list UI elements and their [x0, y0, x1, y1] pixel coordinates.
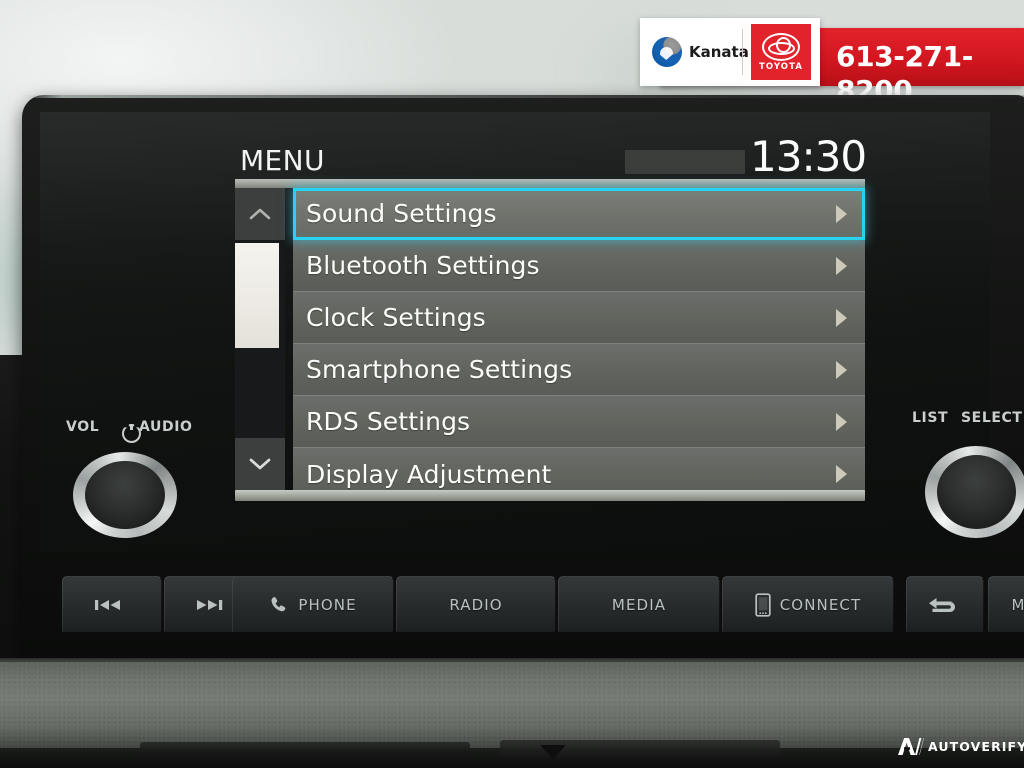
radio-button[interactable]: RADIO — [396, 576, 556, 632]
menu-item-label: Display Adjustment — [306, 459, 552, 489]
dealer-logo-card: Kanata TOYOTA — [640, 18, 820, 86]
media-label: MEDIA — [611, 595, 667, 614]
list-bottom-bar — [235, 490, 865, 501]
back-button[interactable] — [906, 576, 984, 632]
list-top-bar — [235, 179, 865, 188]
chevron-right-icon — [836, 465, 847, 483]
chevron-right-icon — [836, 204, 847, 223]
menu-item-clock-settings[interactable]: Clock Settings — [293, 292, 865, 344]
scroll-up-button[interactable] — [235, 188, 285, 240]
menu-item-label: Clock Settings — [306, 303, 486, 332]
vol-label: VOL — [66, 419, 100, 435]
radio-label: RADIO — [449, 595, 503, 614]
media-button[interactable]: MEDIA — [558, 576, 720, 632]
hardkey-button-row: PHONE RADIO MEDIA CONNECT M — [40, 576, 1024, 634]
chevron-right-icon — [836, 256, 847, 275]
skip-back-icon — [93, 597, 123, 613]
status-indicator-placeholder — [625, 150, 745, 174]
clock-display: 13:30 — [750, 132, 867, 181]
menu-button-label: MENU — [1011, 595, 1024, 614]
head-unit-bezel-highlight — [22, 95, 1024, 98]
dash-vent-left — [140, 742, 470, 756]
menu-item-label: Smartphone Settings — [306, 355, 573, 384]
audio-label: AUDIO — [139, 419, 193, 435]
connect-button[interactable]: CONNECT — [722, 576, 894, 632]
skip-forward-icon — [195, 597, 225, 613]
menu-rows: Sound Settings Bluetooth Settings Clock … — [293, 188, 865, 500]
scrollbar-track[interactable] — [235, 188, 285, 490]
phone-label: PHONE — [298, 595, 357, 614]
menu-item-smartphone-settings[interactable]: Smartphone Settings — [293, 344, 865, 396]
infotainment-screen[interactable]: MENU 13:30 Sound Settings Bluetooth Sett… — [40, 112, 990, 552]
chevron-right-icon — [836, 412, 847, 431]
menu-item-bluetooth-settings[interactable]: Bluetooth Settings — [293, 240, 865, 292]
screenshot-root: 613-271-8200 Kanata TOYOTA MENU 13:30 So… — [0, 0, 1024, 768]
scroll-down-button[interactable] — [235, 438, 285, 490]
seek-back-button[interactable] — [62, 576, 162, 632]
list-label: LIST — [912, 410, 949, 426]
volume-audio-knob[interactable] — [85, 461, 165, 529]
menu-button[interactable]: MENU — [988, 576, 1024, 632]
smartphone-icon — [755, 592, 771, 617]
page-title: MENU — [240, 144, 325, 177]
kanata-swirl-logo-icon — [652, 37, 682, 67]
phone-button[interactable]: PHONE — [232, 576, 394, 632]
toyota-wordmark: TOYOTA — [758, 61, 804, 72]
connect-label: CONNECT — [779, 595, 862, 614]
scrollbar-thumb[interactable] — [235, 243, 279, 348]
chevron-up-icon — [249, 208, 271, 220]
chevron-right-icon — [836, 360, 847, 379]
autoverify-logo-icon — [898, 738, 924, 755]
menu-item-sound-settings[interactable]: Sound Settings — [293, 188, 865, 240]
autoverify-text: AUTOVERIFY — [928, 739, 1024, 754]
menu-item-label: Sound Settings — [306, 199, 497, 228]
dash-trim-strip — [0, 662, 1024, 752]
autoverify-watermark: AUTOVERIFY ® — [898, 738, 1024, 755]
phone-handset-icon — [269, 595, 289, 615]
menu-item-rds-settings[interactable]: RDS Settings — [293, 396, 865, 448]
toyota-logo: TOYOTA — [751, 24, 811, 80]
chevron-down-icon — [249, 458, 271, 470]
menu-item-label: RDS Settings — [306, 407, 471, 436]
kanata-logo: Kanata — [640, 37, 749, 67]
back-arrow-icon — [927, 596, 955, 614]
list-select-knob[interactable] — [937, 455, 1016, 529]
dash-vent-right — [500, 740, 780, 758]
kanata-name: Kanata — [689, 43, 749, 61]
toyota-ellipses-logo-icon — [762, 32, 800, 61]
menu-item-label: Bluetooth Settings — [306, 251, 540, 280]
select-label: SELECT — [961, 410, 1023, 426]
settings-menu-list[interactable]: Sound Settings Bluetooth Settings Clock … — [235, 188, 865, 500]
logo-divider — [742, 29, 743, 75]
chevron-right-icon — [836, 308, 847, 327]
